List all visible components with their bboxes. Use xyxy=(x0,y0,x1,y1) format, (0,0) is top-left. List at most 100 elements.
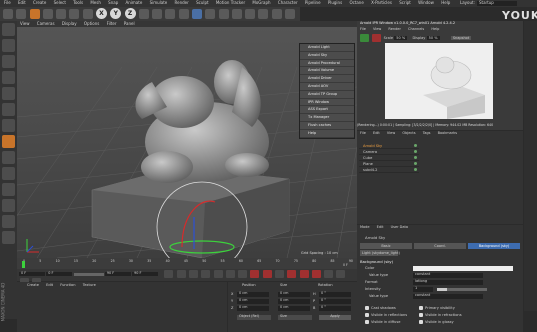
mat-menu-function[interactable]: Function xyxy=(60,283,75,287)
record-point-level-button[interactable] xyxy=(336,270,346,278)
intensity-slider[interactable] xyxy=(437,288,487,291)
texture-tool[interactable] xyxy=(2,55,15,68)
ipr-menu-view[interactable]: View xyxy=(373,27,381,31)
frame-end-field[interactable]: 90 F xyxy=(104,271,131,276)
ipr-display-select[interactable]: 50 % xyxy=(426,36,440,40)
make-editable-tool[interactable] xyxy=(2,23,15,36)
deformer-button[interactable] xyxy=(245,8,256,19)
floor-button[interactable] xyxy=(258,8,269,19)
keyframe-selection-button[interactable] xyxy=(274,270,284,278)
tweak-tool[interactable] xyxy=(2,151,15,164)
tab-coord[interactable]: Coord. xyxy=(414,243,466,249)
menu-mograph[interactable]: MoGraph xyxy=(252,0,270,5)
format-select[interactable]: latlong xyxy=(413,279,483,285)
snap-tool[interactable] xyxy=(2,167,15,180)
rotate-button[interactable] xyxy=(69,8,80,19)
render-view-button[interactable] xyxy=(152,8,163,19)
frame-start-field[interactable]: 0 F xyxy=(19,271,45,276)
coord-x-size[interactable]: 0 cm xyxy=(278,291,310,297)
coord-apply-button[interactable]: Apply xyxy=(319,314,351,320)
ipr-menu-file[interactable]: File xyxy=(360,27,366,31)
play-button[interactable] xyxy=(201,270,211,278)
primary-visibility-checkbox[interactable] xyxy=(419,306,423,310)
render-settings-button[interactable] xyxy=(178,8,189,19)
playhead[interactable] xyxy=(22,261,25,268)
edges-tool[interactable] xyxy=(2,103,15,116)
om-menu-view[interactable]: View xyxy=(387,131,395,135)
live-select-button[interactable] xyxy=(29,8,40,19)
cast-shadows-checkbox[interactable] xyxy=(365,306,369,310)
mat-menu-edit[interactable]: Edit xyxy=(46,283,53,287)
cast-shadows-option[interactable]: Cast shadows xyxy=(365,306,396,311)
menu-help[interactable]: Help xyxy=(441,0,450,5)
mat-menu-texture[interactable]: Texture xyxy=(83,283,96,287)
arnold-menu-tp-group[interactable]: Arnold TP Group xyxy=(300,91,354,99)
arnold-menu-sky[interactable]: Arnold Sky xyxy=(300,52,354,60)
om-menu-objects[interactable]: Objects xyxy=(402,131,415,135)
ipr-menu-help[interactable]: Help xyxy=(431,27,439,31)
autokey-button[interactable] xyxy=(262,270,272,278)
go-to-start-button[interactable] xyxy=(164,270,174,278)
ipr-play-button[interactable] xyxy=(360,34,369,42)
coord-y-size[interactable]: 0 cm xyxy=(278,298,310,304)
color-swatch[interactable] xyxy=(413,266,513,271)
y-axis-lock-button[interactable]: Y xyxy=(110,8,122,19)
cube-primitive-button[interactable] xyxy=(191,8,202,19)
frame-current-field[interactable]: 0 F xyxy=(46,271,73,276)
arnold-menu-light[interactable]: Arnold Light xyxy=(300,44,354,52)
visible-refractions-checkbox[interactable] xyxy=(419,313,423,317)
ipr-scale-select[interactable]: 50 % xyxy=(394,36,408,40)
arnold-menu-tx-manager[interactable]: Tx Manager xyxy=(300,114,354,122)
coord-x-position[interactable]: 0 cm xyxy=(237,291,269,297)
mat-menu-create[interactable]: Create xyxy=(27,283,39,287)
menu-snap[interactable]: Snap xyxy=(108,0,118,5)
visible-glossy-option[interactable]: Visible in glossy xyxy=(419,320,454,325)
visible-diffuse-option[interactable]: Visible in diffuse xyxy=(365,320,400,325)
arnold-menu-flush-caches[interactable]: Flush caches xyxy=(300,122,354,130)
tab-basic[interactable]: Basic xyxy=(360,243,412,249)
menu-render[interactable]: Render xyxy=(175,0,189,5)
go-to-end-button[interactable] xyxy=(238,270,248,278)
om-menu-file[interactable]: File xyxy=(360,131,366,135)
value-type-select-2[interactable]: constant xyxy=(413,293,483,299)
polygons-tool[interactable] xyxy=(2,119,15,132)
arnold-menu-help[interactable]: Help xyxy=(300,130,354,138)
menu-mesh[interactable]: Mesh xyxy=(90,0,101,5)
value-type-select[interactable]: constant xyxy=(413,272,483,278)
arnold-menu-ipr-window[interactable]: IPR Window xyxy=(300,99,354,107)
next-key-button[interactable] xyxy=(225,270,235,278)
redo-button[interactable] xyxy=(16,8,27,19)
spline-pen-button[interactable] xyxy=(205,8,216,19)
solo-tool[interactable] xyxy=(2,231,15,244)
arnold-menu-aov[interactable]: Arnold AOV xyxy=(300,83,354,91)
tab-light-skydome[interactable]: Light (skydome_light) xyxy=(360,250,400,256)
menu-plugins[interactable]: Plugins xyxy=(328,0,342,5)
recent-tool-button[interactable] xyxy=(82,8,93,19)
arnold-menu-driver[interactable]: Arnold Driver xyxy=(300,75,354,83)
coord-mode-select[interactable]: Object (Rel) xyxy=(237,314,271,320)
menu-animate[interactable]: Animate xyxy=(126,0,143,5)
om-menu-bookmarks[interactable]: Bookmarks xyxy=(438,131,458,135)
coord-h-rotation[interactable]: 0 ° xyxy=(319,291,351,297)
menu-window[interactable]: Window xyxy=(418,0,434,5)
frame-range-slider[interactable] xyxy=(73,272,104,276)
viewport-menu-options[interactable]: Options xyxy=(84,21,99,26)
am-menu-edit[interactable]: Edit xyxy=(377,225,384,229)
coord-size-mode-select[interactable]: Size xyxy=(278,314,312,320)
om-menu-tags[interactable]: Tags xyxy=(423,131,431,135)
coord-b-rotation[interactable]: 0 ° xyxy=(319,305,351,311)
menu-select[interactable]: Select xyxy=(54,0,66,5)
menu-edit[interactable]: Edit xyxy=(18,0,26,5)
intensity-field[interactable]: 1 xyxy=(413,286,433,292)
tab-background-sky[interactable]: Background (sky) xyxy=(468,243,520,249)
workplane-lock-tool[interactable] xyxy=(2,183,15,196)
axis-workplane-tool[interactable] xyxy=(2,215,15,228)
frame-end-field-2[interactable]: 90 F xyxy=(132,271,159,276)
menu-octane[interactable]: Octane xyxy=(349,0,363,5)
timeline[interactable]: 0 5 10 15 20 25 30 35 40 45 50 55 60 65 … xyxy=(17,258,357,269)
layout-select[interactable]: Startup xyxy=(477,1,517,6)
record-position-button[interactable] xyxy=(287,270,297,278)
light-button[interactable] xyxy=(284,8,295,19)
previous-key-button[interactable] xyxy=(176,270,186,278)
menu-create[interactable]: Create xyxy=(33,0,46,5)
